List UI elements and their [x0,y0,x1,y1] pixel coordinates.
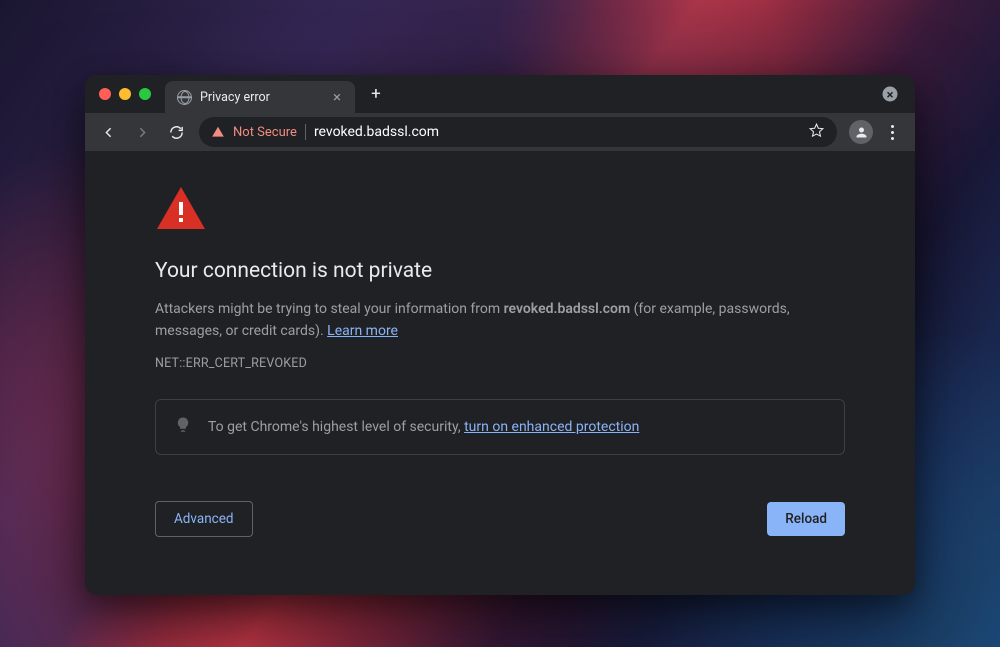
window-minimize-button[interactable] [119,88,131,100]
browser-menu-button[interactable] [877,117,907,147]
warning-triangle-icon [155,185,845,237]
security-tip-box: To get Chrome's highest level of securit… [155,399,845,455]
sync-disabled-icon[interactable] [881,85,899,103]
window-close-button[interactable] [99,88,111,100]
desc-domain: revoked.badssl.com [504,301,631,317]
security-warning-icon [211,125,225,139]
window-controls [99,88,151,100]
learn-more-link[interactable]: Learn more [327,323,398,339]
url-text: revoked.badssl.com [314,124,800,140]
error-code: NET::ERR_CERT_REVOKED [155,356,845,371]
tip-text: To get Chrome's highest level of securit… [208,419,639,435]
address-bar[interactable]: Not Secure revoked.badssl.com [199,117,837,147]
close-tab-button[interactable]: × [329,89,345,105]
new-tab-button[interactable]: + [363,81,389,107]
omnibox-divider [305,124,306,140]
warning-description: Attackers might be trying to steal your … [155,299,845,342]
window-maximize-button[interactable] [139,88,151,100]
reload-button[interactable] [161,117,191,147]
action-buttons: Advanced Reload [155,501,845,537]
profile-avatar-button[interactable] [849,120,873,144]
forward-button[interactable] [127,117,157,147]
browser-tab[interactable]: Privacy error × [165,81,355,113]
tab-title: Privacy error [200,90,321,105]
browser-window: Privacy error × + Not Secure revoked.bad… [85,75,915,595]
enhanced-protection-link[interactable]: turn on enhanced protection [464,419,639,435]
tab-strip: Privacy error × + [85,75,915,113]
back-button[interactable] [93,117,123,147]
bookmark-star-icon[interactable] [808,122,825,143]
advanced-button[interactable]: Advanced [155,501,253,537]
security-status-label: Not Secure [233,125,297,140]
page-content: Your connection is not private Attackers… [85,151,915,595]
tip-prefix: To get Chrome's highest level of securit… [208,419,464,435]
toolbar: Not Secure revoked.badssl.com [85,113,915,151]
reload-page-button[interactable]: Reload [767,502,845,536]
page-heading: Your connection is not private [155,259,845,283]
lightbulb-icon [174,416,192,438]
globe-icon [177,90,192,105]
desc-prefix: Attackers might be trying to steal your … [155,301,504,317]
